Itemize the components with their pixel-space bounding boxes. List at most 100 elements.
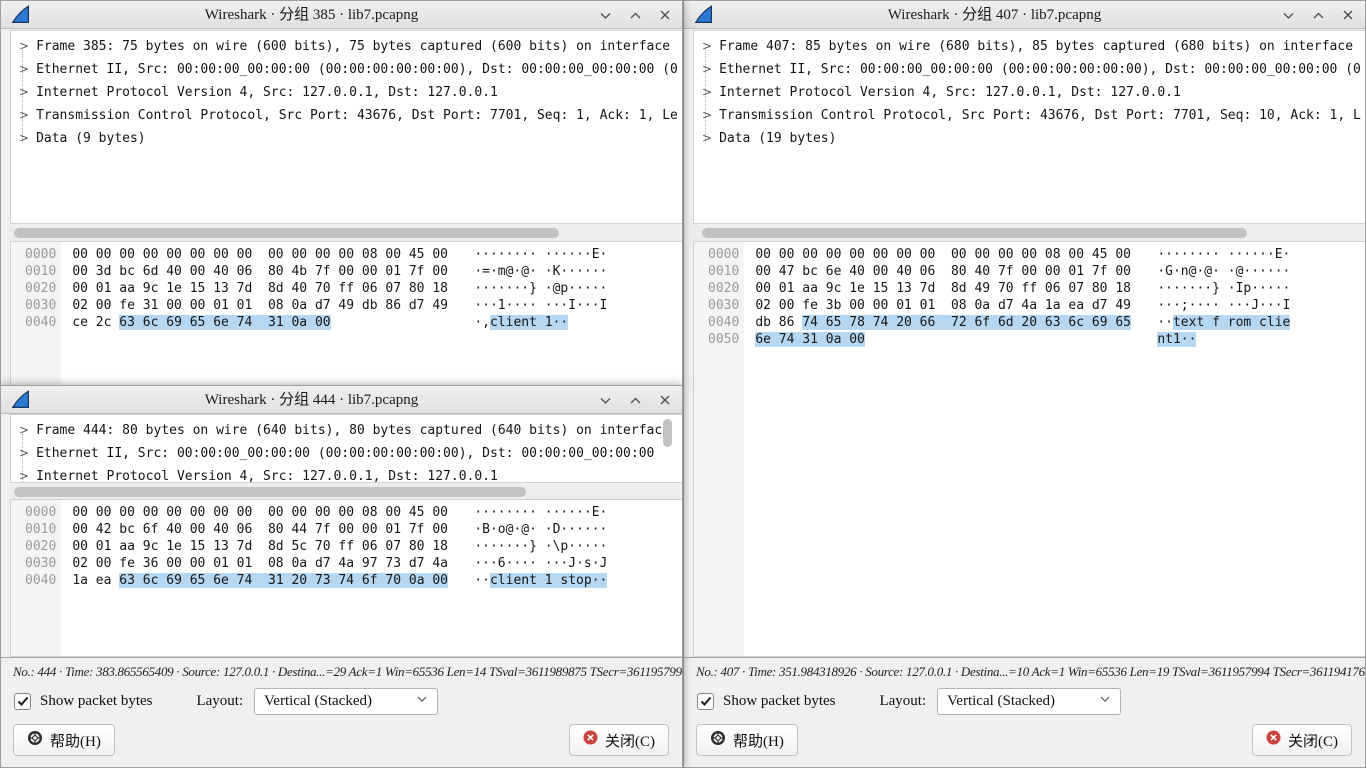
titlebar[interactable]: Wireshark · 分组 444 · lib7.pcapng [1,386,682,414]
horizontal-scrollbar[interactable] [693,225,1363,241]
close-button[interactable]: 关闭(C) [1252,724,1352,756]
hex-row[interactable]: 0040ce 2c 63 6c 69 65 6e 74 31 0a 00·,cl… [11,315,682,332]
expander-icon[interactable]: > [702,131,712,145]
horizontal-scrollbar[interactable] [10,225,680,241]
hex-bytes: 02 00 fe 36 00 00 01 01 08 0a d7 4a 97 7… [72,556,451,571]
show-packet-bytes-checkbox[interactable] [14,693,31,710]
hex-bytes: 00 3d bc 6d 40 00 40 06 80 4b 7f 00 00 0… [72,264,451,279]
layout-dropdown[interactable]: Vertical (Stacked) [937,688,1121,715]
titlebar[interactable]: Wireshark · 分组 407 · lib7.pcapng [684,1,1365,29]
vertical-scrollbar-thumb[interactable] [663,419,672,447]
hex-row[interactable]: 001000 47 bc 6e 40 00 40 06 80 40 7f 00 … [694,264,1365,281]
expander-icon[interactable]: > [702,85,712,99]
expander-icon[interactable]: > [19,423,29,437]
packet-tree-label: Ethernet II, Src: 00:00:00_00:00:00 (00:… [719,62,1361,77]
hex-row[interactable]: 00401a ea 63 6c 69 65 6e 74 31 20 73 74 … [11,573,682,590]
packet-tree-row[interactable]: >Frame 407: 85 bytes on wire (680 bits),… [694,39,1365,62]
expander-icon[interactable]: > [19,131,29,145]
expander-icon[interactable]: > [19,108,29,122]
packet-tree-label: Ethernet II, Src: 00:00:00_00:00:00 (00:… [36,62,678,77]
selected-bytes: text f rom clie [1173,315,1290,330]
hex-row[interactable]: 000000 00 00 00 00 00 00 00 00 00 00 00 … [11,505,682,522]
bytes-text: ·· [1157,315,1173,330]
help-button[interactable]: 帮助(H) [13,724,115,756]
hex-row[interactable]: 003002 00 fe 3b 00 00 01 01 08 0a d7 4a … [694,298,1365,315]
scrollbar-thumb[interactable] [702,228,1247,238]
expander-icon[interactable]: > [702,62,712,76]
expander-icon[interactable]: > [19,62,29,76]
selected-bytes: 6e 74 31 0a 00 [755,332,865,347]
packet-tree-row[interactable]: >Frame 385: 75 bytes on wire (600 bits),… [11,39,682,62]
packet-tree-row[interactable]: >Internet Protocol Version 4, Src: 127.0… [694,85,1365,108]
packet-tree-row[interactable]: > Ethernet II, Src: 00:00:00_00:00:00 (00… [11,62,682,85]
expander-icon[interactable]: > [19,446,29,460]
minimize-button[interactable] [598,393,612,407]
packet-tree-label: Frame 444: 80 bytes on wire (640 bits), … [36,423,670,438]
packet-tree-row[interactable]: > Frame 444: 80 bytes on wire (640 bits),… [11,423,682,446]
packet-tree-row[interactable]: > Transmission Control Protocol, Src Port… [694,108,1365,131]
hex-offset: 0010 [11,522,56,537]
maximize-button[interactable] [628,393,642,407]
bytes-text: 00 01 aa 9c 1e 15 13 7d 8d 40 70 ff 06 0… [72,281,448,296]
bytes-text: ·G·n@·@· ·@······ [1157,264,1290,279]
packet-tree-row[interactable]: >Data (9 bytes) [11,131,682,154]
help-button[interactable]: 帮助(H) [696,724,798,756]
close-window-icon[interactable] [658,8,672,22]
ascii-bytes: ·······} ·\p····· [474,539,607,554]
bytes-text: 1a ea [72,573,119,588]
expander-icon[interactable]: > [702,39,712,53]
minimize-button[interactable] [598,8,612,22]
hex-bytes: 1a ea 63 6c 69 65 6e 74 31 20 73 74 6f 7… [72,573,451,588]
bytes-text: ce 2c [72,315,119,330]
packet-tree-row[interactable]: >Internet Protocol Version 4, Src: 127.0… [11,469,682,483]
hex-row[interactable]: 002000 01 aa 9c 1e 15 13 7d 8d 49 70 ff … [694,281,1365,298]
expander-icon[interactable]: > [702,108,712,122]
selected-bytes: 63 6c 69 65 6e 74 31 20 73 74 6f 70 0a 0… [119,573,448,588]
bytes-text: ········ ······E· [474,505,607,520]
hex-row[interactable]: 000000 00 00 00 00 00 00 00 00 00 00 00 … [694,247,1365,264]
close-button-label: 关闭(C) [605,730,655,751]
expander-icon[interactable]: > [19,39,29,53]
layout-dropdown[interactable]: Vertical (Stacked) [254,688,438,715]
hex-bytes: 00 01 aa 9c 1e 15 13 7d 8d 49 70 ff 06 0… [755,281,1134,296]
expander-icon[interactable]: > [19,469,29,483]
hex-row[interactable]: 003002 00 fe 36 00 00 01 01 08 0a d7 4a … [11,556,682,573]
scrollbar-thumb[interactable] [14,487,526,497]
close-window-icon[interactable] [658,393,672,407]
hex-row[interactable]: 000000 00 00 00 00 00 00 00 00 00 00 00 … [11,247,682,264]
bytes-text: 00 42 bc 6f 40 00 40 06 80 44 7f 00 00 0… [72,522,448,537]
ascii-bytes: nt1·· [1157,332,1196,347]
maximize-button[interactable] [1311,8,1325,22]
hex-row[interactable]: 0010 00 42 bc 6f 40 00 40 06 80 44 7f 00 … [11,522,682,539]
hex-row[interactable]: 002000 01 aa 9c 1e 15 13 7d 8d 40 70 ff … [11,281,682,298]
hex-row[interactable]: 001000 3d bc 6d 40 00 40 06 80 4b 7f 00 … [11,264,682,281]
packet-tree-label: Transmission Control Protocol, Src Port:… [719,108,1361,123]
ascii-bytes: ··client 1 stop·· [474,573,607,588]
help-icon [710,730,726,751]
packet-tree-row[interactable]: >Data (19 bytes) [694,131,1365,154]
titlebar[interactable]: Wireshark · 分组 385 · lib7.pcapng [1,1,682,29]
hex-bytes: 6e 74 31 0a 00 [755,332,1134,347]
maximize-button[interactable] [628,8,642,22]
hex-row[interactable]: 0040db 86 74 65 78 74 20 66 72 6f 6d 20 … [694,315,1365,332]
selected-bytes: client 1·· [490,315,568,330]
hex-bytes: 02 00 fe 3b 00 00 01 01 08 0a d7 4a 1a e… [755,298,1134,313]
packet-tree-row[interactable]: >Internet Protocol Version 4, Src: 127.0… [11,85,682,108]
hex-offset: 0050 [694,332,739,347]
minimize-button[interactable] [1281,8,1295,22]
expander-icon[interactable]: > [19,85,29,99]
bytes-text: 00 01 aa 9c 1e 15 13 7d 8d 5c 70 ff 06 0… [72,539,448,554]
horizontal-scrollbar[interactable] [10,484,680,500]
hex-row[interactable]: 0020 00 01 aa 9c 1e 15 13 7d 8d 5c 70 ff … [11,539,682,556]
hex-offset: 0020 [11,539,56,554]
close-button[interactable]: 关闭(C) [569,724,669,756]
packet-tree-row[interactable]: >Ethernet II, Src: 00:00:00_00:00:00 (00… [11,446,682,469]
show-packet-bytes-checkbox[interactable] [697,693,714,710]
bytes-text: db 86 [755,315,802,330]
hex-row[interactable]: 003002 00 fe 31 00 00 01 01 08 0a d7 49 … [11,298,682,315]
scrollbar-thumb[interactable] [14,228,559,238]
packet-tree-row[interactable]: > Ethernet II, Src: 00:00:00_00:00:00 (00… [694,62,1365,85]
hex-row[interactable]: 0050 6e 74 31 0a 00 nt1·· [694,332,1365,349]
packet-tree-row[interactable]: >Transmission Control Protocol, Src Port… [11,108,682,131]
close-window-icon[interactable] [1341,8,1355,22]
